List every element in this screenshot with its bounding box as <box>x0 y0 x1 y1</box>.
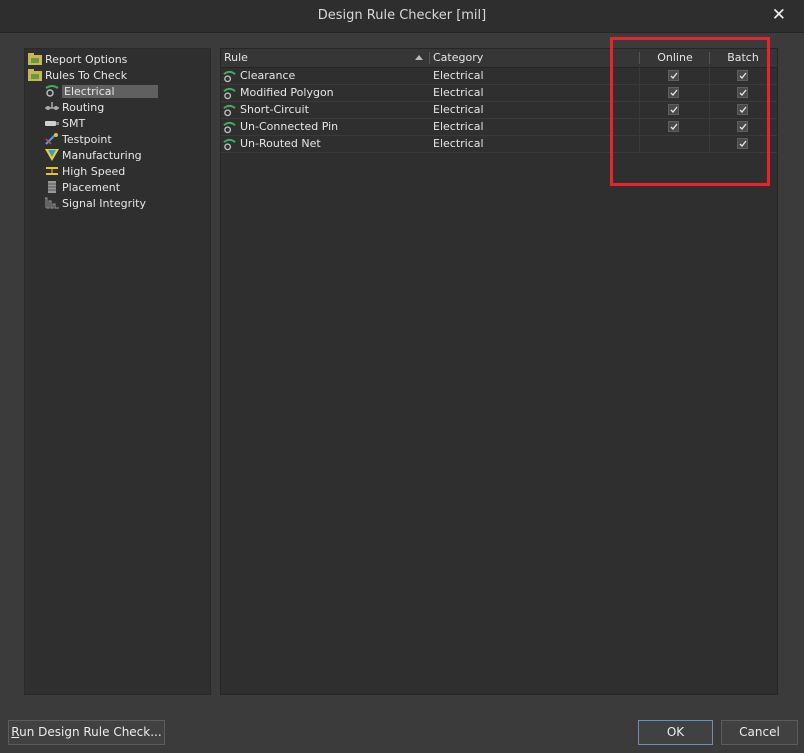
sort-ascending-icon <box>415 55 423 60</box>
rule-name-cell: Modified Polygon <box>240 86 334 99</box>
tree-item-electrical[interactable]: Electrical <box>45 84 158 99</box>
tree-item-manufacturing[interactable]: Manufacturing <box>45 148 142 163</box>
electrical-rule-icon <box>223 121 236 134</box>
smt-icon <box>45 121 59 126</box>
online-checkbox[interactable] <box>668 70 679 81</box>
category-cell: Electrical <box>433 137 484 150</box>
column-header-online[interactable]: Online <box>641 49 709 67</box>
ok-button[interactable]: OK <box>638 720 713 745</box>
table-row[interactable]: Un-Routed Net Electrical <box>221 136 777 153</box>
tree-item-smt[interactable]: SMT <box>45 116 85 131</box>
table-row[interactable]: Short-Circuit Electrical <box>221 102 777 119</box>
category-cell: Electrical <box>433 86 484 99</box>
batch-checkbox[interactable] <box>737 87 748 98</box>
tree-item-rules-to-check[interactable]: Rules To Check <box>28 68 127 83</box>
category-cell: Electrical <box>433 120 484 133</box>
manufacturing-icon <box>45 149 59 161</box>
column-divider[interactable] <box>429 52 430 64</box>
electrical-rule-icon <box>223 138 236 151</box>
rules-grid: Rule Category Online Batch Clearance Elec… <box>220 48 778 695</box>
routing-icon <box>45 102 59 110</box>
electrical-rule-icon <box>223 87 236 100</box>
close-icon[interactable]: ✕ <box>772 5 786 25</box>
electrical-rule-icon <box>223 104 236 117</box>
rule-name-cell: Short-Circuit <box>240 103 309 116</box>
table-row[interactable]: Clearance Electrical <box>221 68 777 85</box>
run-drc-label: un Design Rule Check... <box>19 725 162 739</box>
rule-name-cell: Un-Routed Net <box>240 137 321 150</box>
tree-item-label: Manufacturing <box>62 149 142 162</box>
batch-checkbox[interactable] <box>737 104 748 115</box>
tree-item-report-options[interactable]: Report Options <box>28 52 127 67</box>
batch-checkbox[interactable] <box>737 138 748 149</box>
tree-item-label: Report Options <box>45 53 128 66</box>
online-checkbox[interactable] <box>668 121 679 132</box>
online-checkbox[interactable] <box>668 87 679 98</box>
tree-item-label: Electrical <box>62 85 158 98</box>
table-row[interactable]: Modified Polygon Electrical <box>221 85 777 102</box>
column-header-rule[interactable]: Rule <box>224 49 248 67</box>
tree-item-routing[interactable]: Routing <box>45 100 104 115</box>
run-drc-button[interactable]: Run Design Rule Check... <box>8 720 165 745</box>
tree-item-label: Testpoint <box>62 133 112 146</box>
tree-item-label: Routing <box>62 101 105 114</box>
tree-item-high-speed[interactable]: High Speed <box>45 164 125 179</box>
category-cell: Electrical <box>433 69 484 82</box>
column-divider[interactable] <box>709 52 710 64</box>
tree-item-placement[interactable]: Placement <box>45 180 120 195</box>
tree-item-label: SMT <box>62 117 86 130</box>
electrical-rule-icon <box>45 85 59 97</box>
rule-name-cell: Un-Connected Pin <box>240 120 339 133</box>
grid-header: Rule Category Online Batch <box>221 49 777 68</box>
online-checkbox[interactable] <box>668 104 679 115</box>
category-cell: Electrical <box>433 103 484 116</box>
rule-name-cell: Clearance <box>240 69 296 82</box>
rule-category-tree: Report Options Rules To Check Electrical… <box>24 48 211 695</box>
table-row[interactable]: Un-Connected Pin Electrical <box>221 119 777 136</box>
placement-icon <box>48 181 56 193</box>
tree-item-signal-integrity[interactable]: Signal Integrity <box>45 196 146 211</box>
window-title: Design Rule Checker [mil] <box>317 8 487 23</box>
column-header-category[interactable]: Category <box>433 49 483 67</box>
tree-item-label: Rules To Check <box>45 69 128 82</box>
column-header-batch[interactable]: Batch <box>711 49 775 67</box>
signal-integrity-icon <box>45 197 59 209</box>
high-speed-icon <box>46 167 58 175</box>
tree-item-testpoint[interactable]: Testpoint <box>45 132 112 147</box>
testpoint-icon <box>45 133 58 145</box>
title-bar: Design Rule Checker [mil] ✕ <box>0 0 804 33</box>
batch-checkbox[interactable] <box>737 70 748 81</box>
column-divider[interactable] <box>639 52 640 64</box>
cancel-button[interactable]: Cancel <box>721 720 798 745</box>
tree-item-label: High Speed <box>62 165 126 178</box>
batch-checkbox[interactable] <box>737 121 748 132</box>
run-drc-accelerator: R <box>11 725 20 739</box>
tree-item-label: Signal Integrity <box>62 197 146 210</box>
electrical-rule-icon <box>223 70 236 83</box>
folder-icon <box>28 69 42 81</box>
tree-item-label: Placement <box>62 181 121 194</box>
folder-icon <box>28 53 42 65</box>
